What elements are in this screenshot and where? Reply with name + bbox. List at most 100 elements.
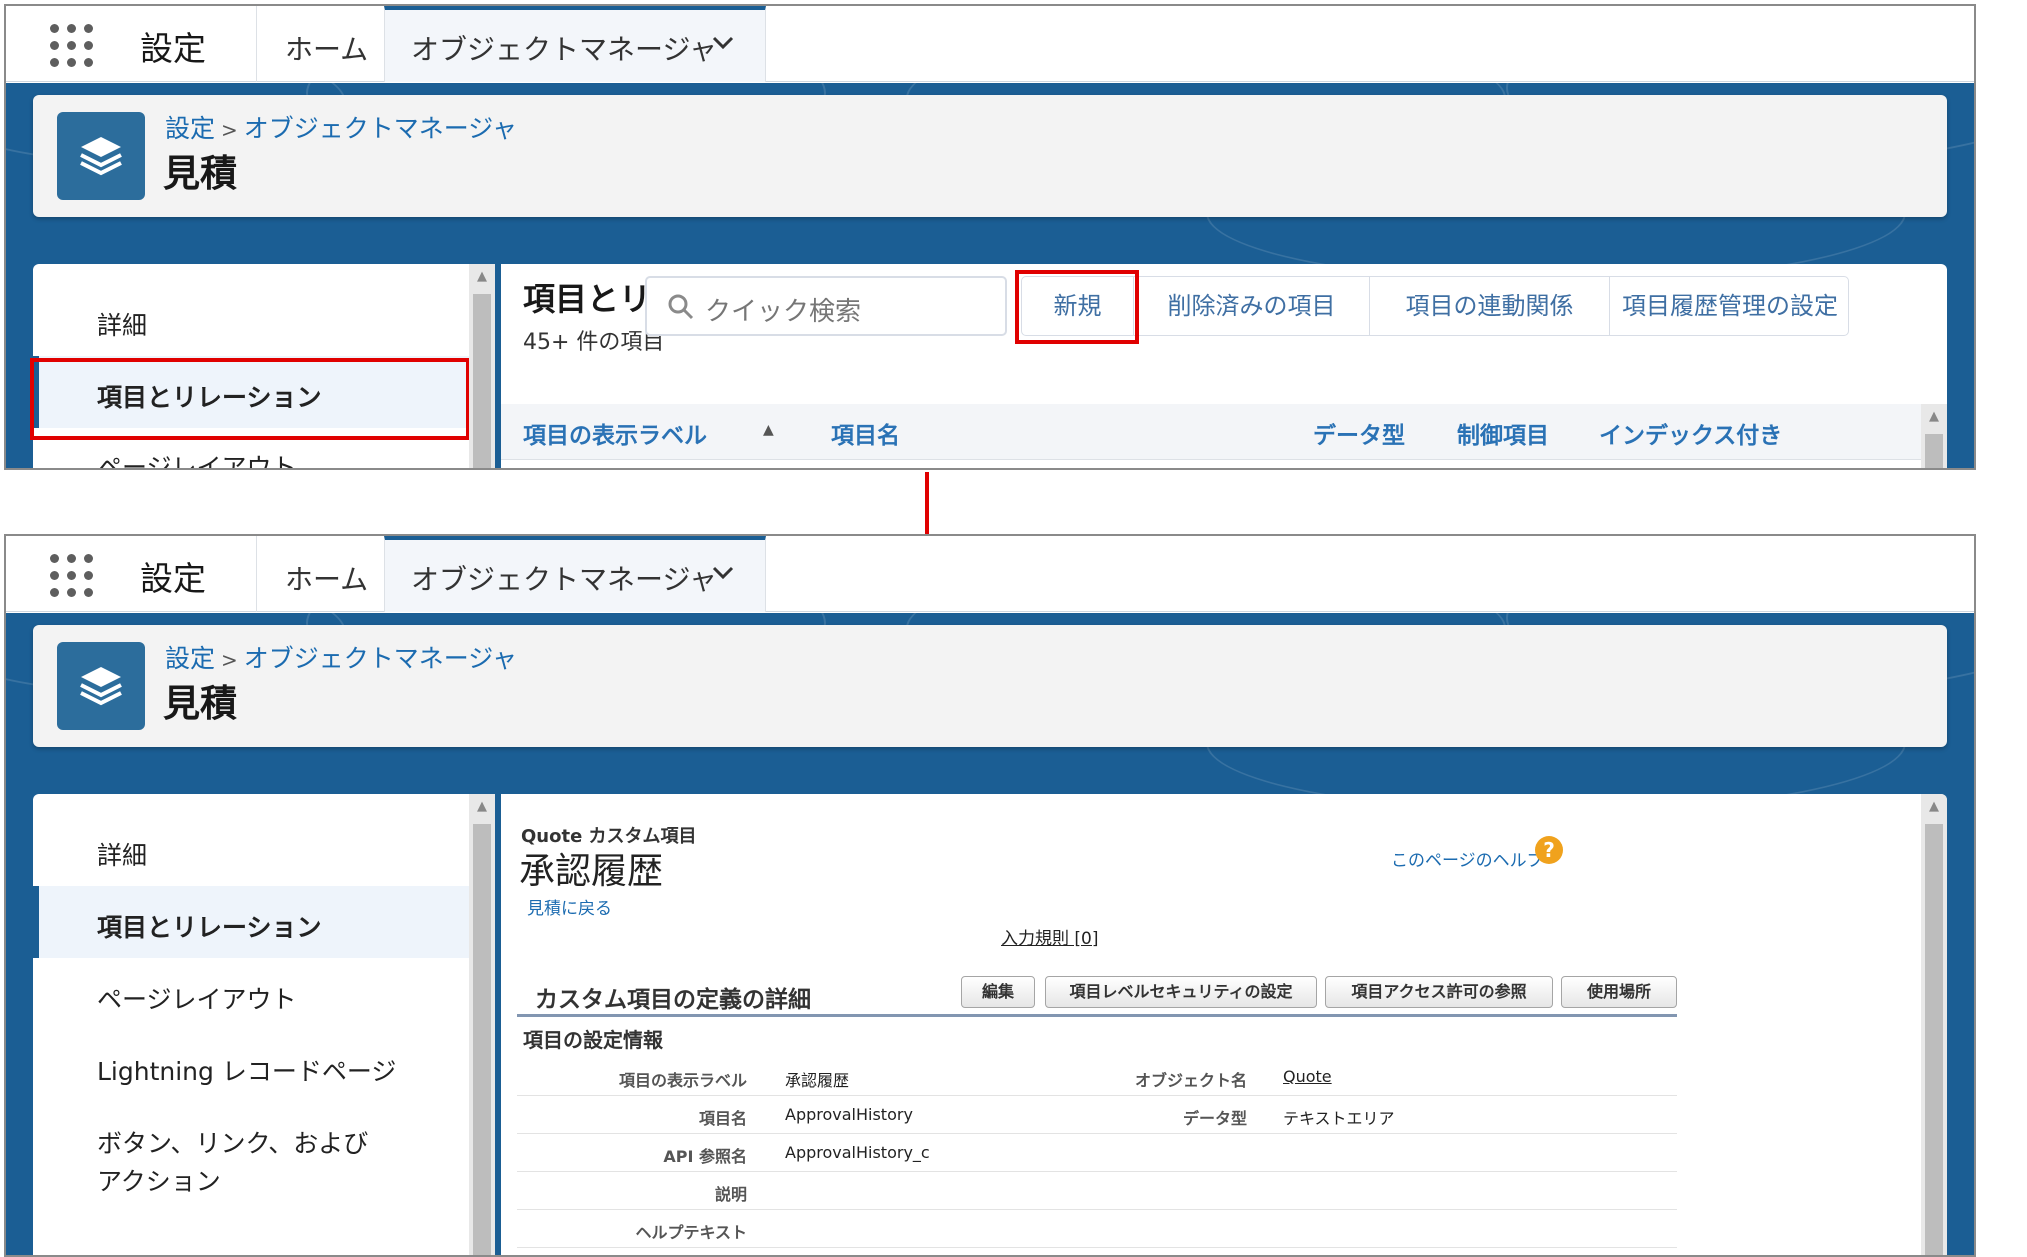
table-scrollbar[interactable]: ▲	[1921, 404, 1947, 468]
sidebar-scrollbar[interactable]: ▲	[469, 264, 495, 468]
detail-label: API 参照名	[663, 1147, 747, 1166]
breadcrumb-object-manager-link[interactable]: オブジェクトマネージャ	[244, 114, 517, 143]
highlight-box-fields-relationships	[30, 358, 470, 440]
global-nav-bar: 設定 ホーム オブジェクトマネージャ	[6, 6, 1974, 82]
layers-icon	[57, 112, 145, 200]
app-name: 設定	[140, 29, 206, 68]
fields-table-header: 項目の表示ラベル ▲ 項目名 データ型 制御項目 インデックス付き	[501, 404, 1947, 460]
field-detail-title: 承認履歴	[519, 851, 664, 892]
sidebar: 詳細 項目とリレーション ページレイアウト Lightning レコードページ …	[33, 794, 469, 1255]
sidebar-item-label: 項目とリレーション	[97, 913, 322, 942]
breadcrumb-separator: >	[221, 118, 238, 142]
page-title: 見積	[163, 152, 237, 195]
detail-label: 項目名	[698, 1109, 747, 1128]
detail-row: 項目名 ApprovalHistory データ型 テキストエリア	[517, 1096, 1677, 1134]
detail-value: 承認履歴	[785, 1071, 850, 1090]
fields-count: 45+ 件の項目	[523, 330, 665, 355]
sidebar-item-details[interactable]: 詳細	[33, 284, 469, 356]
quick-search-placeholder: クイック検索	[705, 297, 862, 327]
detail-row: 説明	[517, 1172, 1677, 1210]
sidebar-item-page-layouts[interactable]: ページレイアウト	[33, 958, 469, 1030]
edit-button[interactable]: 編集	[961, 976, 1035, 1008]
detail-row: ヘルプテキスト	[517, 1210, 1677, 1248]
detail-label: 項目の表示ラベル	[618, 1071, 747, 1090]
page-title: 見積	[163, 682, 237, 725]
nav-tab-object-manager[interactable]: オブジェクトマネージャ	[384, 536, 766, 612]
column-header-field-name[interactable]: 項目名	[831, 416, 900, 450]
sort-ascending-icon[interactable]: ▲	[763, 422, 774, 438]
scrollbar-thumb[interactable]	[473, 824, 491, 1255]
field-level-security-button[interactable]: 項目レベルセキュリティの設定	[1045, 976, 1317, 1008]
field-detail-panel: Quote カスタム項目 承認履歴 見積に戻る このページのヘルプ ? 入力規則…	[501, 794, 1947, 1255]
column-header-data-type[interactable]: データ型	[1313, 416, 1405, 450]
global-nav-bar: 設定 ホーム オブジェクトマネージャ	[6, 536, 1974, 612]
sidebar-item-lightning-record-pages[interactable]: Lightning レコードページ	[33, 1030, 469, 1102]
sidebar-scrollbar[interactable]: ▲	[469, 794, 495, 1255]
setup-background: 設定 > オブジェクトマネージャ 見積 詳細 項目とリレーション ページレイアウト …	[6, 83, 1974, 468]
app-name: 設定	[140, 559, 206, 598]
chevron-down-icon[interactable]	[711, 560, 735, 591]
breadcrumb: 設定 > オブジェクトマネージャ	[165, 639, 517, 675]
column-header-field-label[interactable]: 項目の表示ラベル	[523, 416, 707, 450]
field-accessibility-button[interactable]: 項目アクセス許可の参照	[1325, 976, 1553, 1008]
page-help-link[interactable]: このページのヘルプ	[1391, 846, 1544, 871]
app-launcher-icon[interactable]	[50, 24, 94, 68]
app-launcher-icon[interactable]	[50, 554, 94, 598]
nav-tab-object-manager-label: オブジェクトマネージャ	[411, 33, 718, 66]
where-used-button[interactable]: 使用場所	[1561, 976, 1677, 1008]
sidebar-item-buttons-links-actions[interactable]: ボタン、リンク、および アクション	[33, 1102, 469, 1202]
nav-tab-home[interactable]: ホーム	[256, 536, 384, 612]
help-icon[interactable]: ?	[1535, 836, 1563, 864]
sidebar-item-label: ボタン、リンク、および	[97, 1129, 369, 1158]
highlight-box-new-button	[1015, 270, 1139, 344]
sidebar-item-fields-relationships[interactable]: 項目とリレーション	[33, 886, 469, 958]
search-icon	[667, 293, 695, 325]
scroll-up-icon[interactable]: ▲	[469, 794, 495, 820]
validation-rules-link[interactable]: 入力規則 [0]	[1001, 924, 1098, 949]
scroll-up-icon[interactable]: ▲	[1921, 404, 1947, 430]
back-to-quote-link[interactable]: 見積に戻る	[527, 894, 612, 919]
sidebar-item-details[interactable]: 詳細	[33, 814, 469, 886]
fields-panel-title: 項目とリ	[523, 280, 652, 318]
sidebar-item-label: Lightning レコードページ	[97, 1057, 397, 1086]
detail-label: ヘルプテキスト	[635, 1223, 747, 1242]
breadcrumb-object-manager-link[interactable]: オブジェクトマネージャ	[244, 644, 517, 673]
column-header-indexed[interactable]: インデックス付き	[1599, 416, 1782, 450]
layers-icon	[57, 642, 145, 730]
object-header: 設定 > オブジェクトマネージャ 見積	[33, 625, 1947, 747]
detail-value: ApprovalHistory	[785, 1105, 913, 1124]
sidebar-item-label: ページレイアウト	[97, 985, 297, 1014]
fields-button-group: 新規 削除済みの項目 項目の連動関係 項目履歴管理の設定	[1021, 276, 1849, 336]
deleted-fields-button[interactable]: 削除済みの項目	[1134, 277, 1370, 335]
nav-tab-object-manager[interactable]: オブジェクトマネージャ	[384, 6, 766, 82]
subsection-title-field-info: 項目の設定情報	[523, 1028, 663, 1052]
nav-tab-home-label: ホーム	[285, 563, 369, 596]
scrollbar-thumb[interactable]	[473, 294, 491, 468]
fields-panel: 項目とリ 45+ 件の項目 クイック検索 新規 削除済みの項目 項目の連動関係 …	[501, 264, 1947, 468]
screenshot-fields-list: 設定 ホーム オブジェクトマネージャ 設定 > オブジェクトマネージャ 見積 詳…	[4, 4, 1976, 470]
breadcrumb-setup-link[interactable]: 設定	[165, 644, 215, 673]
detail-value: ApprovalHistory_c	[785, 1143, 930, 1162]
detail-scrollbar[interactable]: ▲	[1921, 794, 1947, 1255]
breadcrumb-setup-link[interactable]: 設定	[165, 114, 215, 143]
scrollbar-thumb[interactable]	[1925, 824, 1943, 1255]
detail-row: 項目の表示ラベル 承認履歴 オブジェクト名 Quote	[517, 1058, 1677, 1096]
nav-tab-home[interactable]: ホーム	[256, 6, 384, 82]
sidebar-item-label-continued: アクション	[97, 1167, 221, 1196]
field-history-button[interactable]: 項目履歴管理の設定	[1610, 277, 1850, 335]
scroll-up-icon[interactable]: ▲	[1921, 794, 1947, 820]
column-header-controlling-field[interactable]: 制御項目	[1457, 416, 1549, 450]
scroll-up-icon[interactable]: ▲	[469, 264, 495, 290]
sidebar-item-label: 詳細	[97, 311, 148, 340]
sidebar-item-label: 詳細	[97, 841, 148, 870]
object-name-link[interactable]: Quote	[1283, 1067, 1332, 1086]
scrollbar-thumb[interactable]	[1925, 434, 1943, 468]
section-title-field-definition: カスタム項目の定義の詳細	[535, 987, 811, 1013]
detail-row: API 参照名 ApprovalHistory_c	[517, 1134, 1677, 1172]
nav-tab-home-label: ホーム	[285, 33, 369, 66]
field-dependencies-button[interactable]: 項目の連動関係	[1370, 277, 1610, 335]
quick-search-input[interactable]: クイック検索	[645, 276, 1007, 336]
chevron-down-icon[interactable]	[711, 30, 735, 61]
screenshot-field-detail: 設定 ホーム オブジェクトマネージャ 設定 > オブジェクトマネージャ 見積 詳…	[4, 534, 1976, 1257]
setup-background: 設定 > オブジェクトマネージャ 見積 詳細 項目とリレーション ページレイアウト …	[6, 613, 1974, 1255]
